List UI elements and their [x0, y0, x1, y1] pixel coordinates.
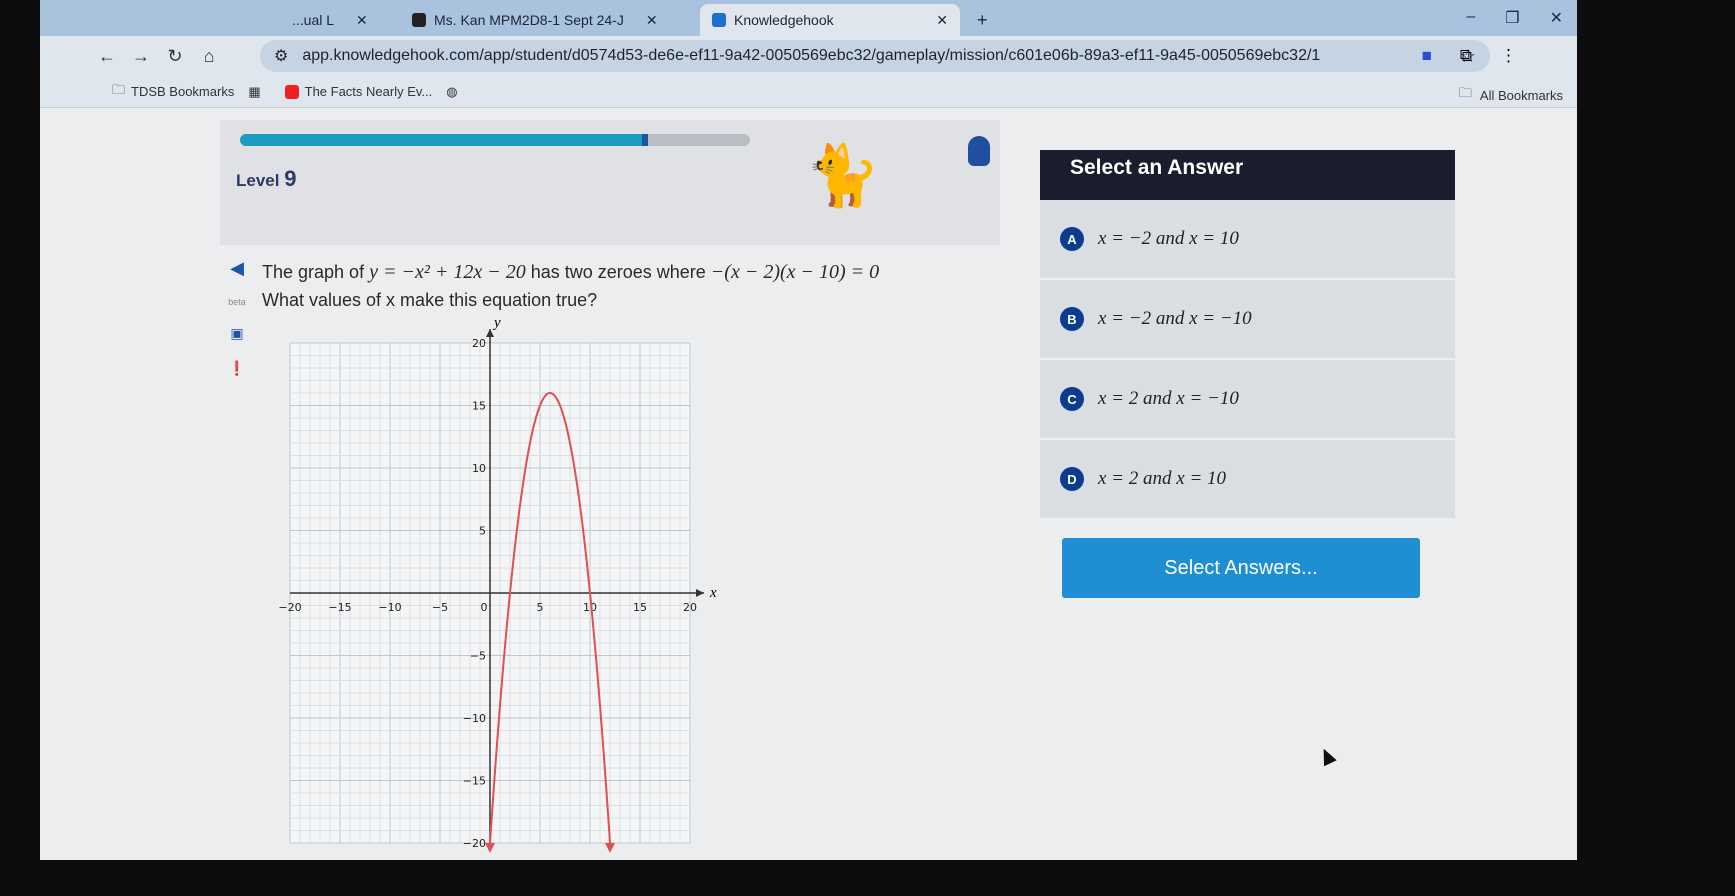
option-letter: D [1060, 467, 1084, 491]
bookmark-facts[interactable]: The Facts Nearly Ev... [284, 84, 433, 99]
option-text: x = 2 and x = −10 [1098, 388, 1239, 409]
x-tick-label: −15 [328, 601, 351, 614]
y-tick-label: 10 [472, 462, 486, 475]
factored-equation: −(x − 2)(x − 10) = 0 [710, 261, 880, 283]
x-tick-label: 0 [481, 601, 488, 614]
curve-arrow-left [485, 843, 495, 853]
restore-icon[interactable]: ❐ [1505, 8, 1519, 28]
y-tick-label: 5 [479, 525, 486, 538]
answer-panel: Select an Answer Ax = −2 and x = 10 Bx =… [1040, 150, 1455, 520]
home-icon[interactable]: ⌂ [192, 46, 226, 67]
text: has two zeroes where [525, 262, 711, 282]
bookmark-tdsb[interactable]: 🗀 TDSB Bookmarks [112, 81, 234, 103]
y-tick-label: −15 [463, 775, 486, 788]
level-header: Level 9 🐈 [220, 120, 1000, 245]
x-tick-label: −20 [278, 601, 301, 614]
classroom-icon [412, 13, 426, 27]
question: The graph of y = −x² + 12x − 20 has two … [220, 258, 1080, 314]
y-axis-arrow [486, 329, 494, 337]
curve-arrow-right [605, 843, 615, 853]
option-text: x = −2 and x = 10 [1098, 228, 1239, 249]
option-a[interactable]: Ax = −2 and x = 10 [1040, 200, 1455, 280]
option-text: x = 2 and x = 10 [1098, 468, 1227, 489]
close-window-icon[interactable]: ✕ [1550, 8, 1563, 28]
tab-label: Knowledgehook [734, 12, 834, 28]
bookmark-label: The Facts Nearly Ev... [304, 84, 433, 99]
question-line-2: What values of x make this equation true… [262, 290, 598, 310]
knowledgehook-icon [712, 13, 726, 27]
robot-cat-mascot: 🐈 [805, 142, 880, 209]
all-bookmarks[interactable]: 🗀 All Bookmarks [1459, 84, 1563, 106]
x-tick-label: 20 [683, 601, 697, 614]
x-tick-label: 5 [537, 601, 544, 614]
report-icon[interactable]: ❗ [228, 360, 245, 377]
folder-icon: 🗀 [1458, 85, 1472, 100]
back-icon[interactable]: ← [90, 46, 124, 67]
question-line-1: The graph of y = −x² + 12x − 20 has two … [262, 258, 1080, 286]
url-text: app.knowledgehook.com/app/student/d0574d… [302, 47, 1321, 64]
tab-virtual[interactable]: ...ual L ✕ [280, 4, 380, 36]
mouse-cursor [1317, 745, 1337, 767]
toolbar: ← → ↻ ⌂ ⚙ app.knowledgehook.com/app/stud… [40, 36, 1577, 76]
select-answers-button[interactable]: Select Answers... [1062, 538, 1420, 598]
menu-icon[interactable]: ⋮ [1500, 46, 1517, 66]
bookmark-label: TDSB Bookmarks [131, 84, 235, 99]
address-bar[interactable]: ⚙ app.knowledgehook.com/app/student/d057… [260, 40, 1490, 72]
globe-icon[interactable]: ◍ [446, 84, 457, 100]
option-d[interactable]: Dx = 2 and x = 10 [1040, 440, 1455, 520]
reload-icon[interactable]: ↻ [158, 46, 192, 67]
tab-classroom[interactable]: Ms. Kan MPM2D8-1 Sept 24-J ✕ [400, 4, 670, 36]
extension-icon[interactable]: ■ [1422, 46, 1432, 66]
progress-bar [240, 134, 750, 146]
level-label: Level [236, 171, 280, 190]
y-axis-label: y [492, 315, 501, 331]
y-tick-label: −5 [470, 650, 486, 663]
y-tick-label: −10 [463, 712, 486, 725]
option-letter: A [1060, 227, 1084, 251]
bookmarks-bar: 🗀 TDSB Bookmarks ▦ The Facts Nearly Ev...… [40, 76, 1577, 108]
close-icon[interactable]: ✕ [356, 12, 368, 29]
close-icon[interactable]: ✕ [936, 12, 948, 29]
all-bookmarks-label: All Bookmarks [1479, 87, 1563, 103]
x-axis-arrow [696, 589, 704, 597]
y-tick-label: −20 [463, 837, 486, 850]
progress-fill [240, 134, 648, 146]
folder-icon: 🗀 [112, 81, 126, 97]
answer-panel-title: Select an Answer [1040, 150, 1455, 200]
x-tick-label: −10 [378, 601, 401, 614]
site-settings-icon[interactable]: ⚙ [274, 46, 288, 66]
option-c[interactable]: Cx = 2 and x = −10 [1040, 360, 1455, 440]
option-text: x = −2 and x = −10 [1098, 308, 1252, 329]
calculator-icon[interactable]: ▣ [230, 325, 243, 342]
level-indicator: Level 9 [236, 166, 296, 192]
x-tick-label: −5 [432, 601, 448, 614]
text: The graph of [262, 262, 370, 282]
new-tab-button[interactable]: + [965, 4, 1000, 36]
parabola-graph: xy−20 −15 −10 −5 0 5 10 15 202015105−5−10−15−20 [278, 315, 717, 853]
close-icon[interactable]: ✕ [646, 12, 658, 29]
option-b[interactable]: Bx = −2 and x = −10 [1040, 280, 1455, 360]
x-axis-label: x [709, 585, 717, 601]
apps-icon[interactable]: ▦ [248, 84, 260, 100]
tab-label: ...ual L [292, 12, 335, 28]
youtube-icon [284, 84, 299, 99]
y-tick-label: 15 [472, 400, 486, 413]
page-content: Level 9 🐈 ◀ beta ▣ ❗ The graph of y = −x… [40, 108, 1577, 860]
forward-icon[interactable]: → [124, 46, 158, 67]
tab-bar: ...ual L ✕ Ms. Kan MPM2D8-1 Sept 24-J ✕ Kn… [40, 0, 1577, 36]
hint-lightbulb-icon[interactable] [968, 136, 990, 166]
option-letter: C [1060, 387, 1084, 411]
y-tick-label: 20 [472, 337, 486, 350]
tab-label: Ms. Kan MPM2D8-1 Sept 24-J [434, 12, 624, 28]
minimize-icon[interactable]: – [1466, 8, 1475, 28]
browser-window: ...ual L ✕ Ms. Kan MPM2D8-1 Sept 24-J ✕ Kn… [40, 0, 1577, 860]
extensions-puzzle-icon[interactable]: ⧉ [1460, 46, 1472, 66]
equation: y = −x² + 12x − 20 [369, 261, 526, 283]
level-value: 9 [284, 166, 297, 191]
option-letter: B [1060, 307, 1084, 331]
tab-knowledgehook[interactable]: Knowledgehook ✕ [700, 4, 960, 36]
x-tick-label: 15 [633, 601, 647, 614]
